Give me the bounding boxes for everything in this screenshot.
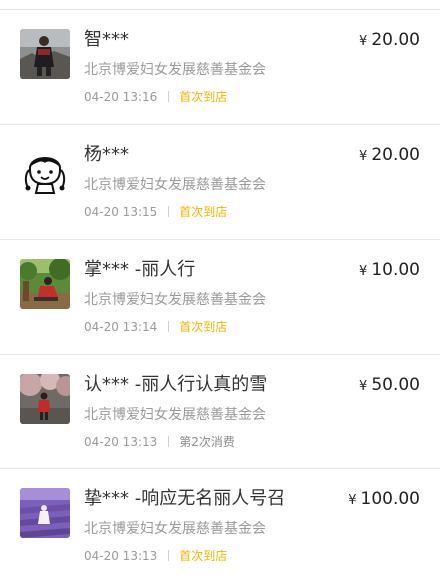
donation-amount: ¥100.00 [348, 488, 420, 512]
avatar [20, 488, 70, 538]
meta-divider [168, 550, 170, 561]
photo-avatar-lavender-field [20, 488, 70, 538]
avatar [20, 374, 70, 424]
item-separator [0, 9, 440, 10]
visit-tag: 首次到店 [179, 90, 228, 104]
avatar [20, 29, 70, 79]
amount-value: 50.00 [371, 375, 420, 395]
donor-name: 挚*** -响应无名丽人号召 [84, 488, 286, 509]
donation-list-item[interactable]: 掌*** -丽人行 ¥10.00 北京博爱妇女发展慈善基金会 04-20 13:… [0, 239, 440, 354]
donation-amount: ¥20.00 [359, 29, 420, 53]
item-separator [0, 354, 440, 355]
donor-name: 杨*** [84, 144, 129, 165]
visit-tag: 首次到店 [179, 549, 228, 563]
meta-divider [168, 436, 170, 447]
donation-time: 04-20 13:13 [84, 549, 158, 563]
donation-meta: 04-20 13:15 首次到店 [84, 204, 227, 220]
photo-avatar-person-on-rocks [20, 29, 70, 79]
photo-avatar-person-under-blossoms [20, 374, 70, 424]
item-separator [0, 468, 440, 469]
donation-list-item[interactable]: 杨*** ¥20.00 北京博爱妇女发展慈善基金会 04-20 13:15 首次到… [0, 124, 440, 239]
donation-time: 04-20 13:16 [84, 90, 158, 104]
cartoon-girl-avatar [20, 144, 70, 194]
avatar [20, 144, 70, 194]
amount-value: 10.00 [371, 260, 420, 280]
donation-list-item[interactable]: 认*** -丽人行认真的雪 ¥50.00 北京博爱妇女发展慈善基金会 04-20… [0, 354, 440, 469]
donation-time: 04-20 13:13 [84, 435, 158, 449]
donation-meta: 04-20 13:13 首次到店 [84, 548, 227, 564]
amount-value: 20.00 [371, 145, 420, 165]
donation-list-item[interactable]: 智*** ¥20.00 北京博爱妇女发展慈善基金会 04-20 13:16 首次到… [0, 9, 440, 124]
meta-divider [168, 321, 170, 332]
donation-amount: ¥50.00 [359, 374, 420, 398]
currency-symbol: ¥ [359, 379, 368, 394]
donation-amount: ¥20.00 [359, 144, 420, 168]
amount-value: 20.00 [371, 30, 420, 50]
donation-list-item[interactable]: 挚*** -响应无名丽人号召 ¥100.00 北京博爱妇女发展慈善基金会 04-… [0, 468, 440, 583]
amount-value: 100.00 [360, 489, 420, 509]
currency-symbol: ¥ [359, 149, 368, 164]
currency-symbol: ¥ [359, 264, 368, 279]
donor-name: 掌*** -丽人行 [84, 259, 196, 280]
photo-avatar-woman-in-garden [20, 259, 70, 309]
avatar [20, 259, 70, 309]
organization-name: 北京博爱妇女发展慈善基金会 [84, 521, 266, 537]
item-separator [0, 124, 440, 125]
donation-meta: 04-20 13:14 首次到店 [84, 319, 227, 335]
currency-symbol: ¥ [348, 493, 357, 508]
donation-time: 04-20 13:14 [84, 320, 158, 334]
item-separator [0, 239, 440, 240]
donor-name: 智*** [84, 29, 129, 50]
donation-amount: ¥10.00 [359, 259, 420, 283]
organization-name: 北京博爱妇女发展慈善基金会 [84, 62, 266, 78]
visit-tag: 首次到店 [179, 205, 228, 219]
visit-tag: 第2次消费 [179, 435, 235, 449]
visit-tag: 首次到店 [179, 320, 228, 334]
organization-name: 北京博爱妇女发展慈善基金会 [84, 292, 266, 308]
donation-meta: 04-20 13:13 第2次消费 [84, 434, 235, 450]
donation-meta: 04-20 13:16 首次到店 [84, 89, 227, 105]
meta-divider [168, 206, 170, 217]
organization-name: 北京博爱妇女发展慈善基金会 [84, 177, 266, 193]
organization-name: 北京博爱妇女发展慈善基金会 [84, 407, 266, 423]
donor-name: 认*** -丽人行认真的雪 [84, 374, 268, 395]
meta-divider [168, 91, 170, 102]
currency-symbol: ¥ [359, 34, 368, 49]
donation-time: 04-20 13:15 [84, 205, 158, 219]
